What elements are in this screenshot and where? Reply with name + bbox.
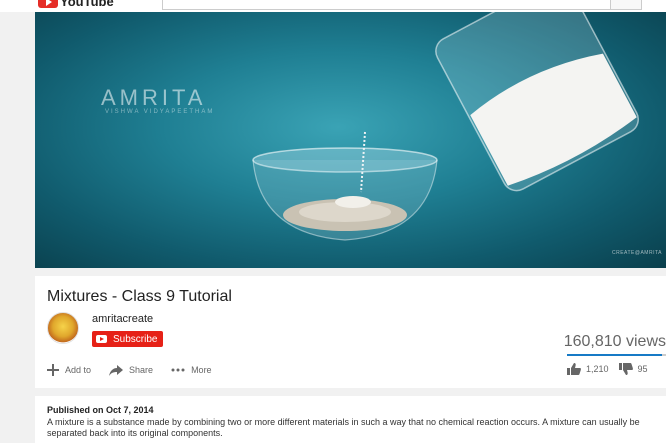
view-count: 160,810 views — [563, 333, 666, 350]
logo-text: YouTube — [60, 0, 114, 9]
thumbs-down-icon[interactable] — [618, 363, 633, 375]
amrita-brand-logo: AMRITA — [101, 85, 207, 110]
channel-avatar[interactable] — [47, 312, 79, 344]
video-frame-illustration — [252, 12, 640, 241]
subscribe-button[interactable]: Subscribe — [92, 331, 164, 347]
sentiment-bar — [567, 354, 666, 356]
channel-name[interactable]: amritacreate — [92, 313, 153, 325]
thumbs-up-icon[interactable] — [567, 363, 581, 375]
amrita-brand-subtitle: VISHWA VIDYAPEETHAM — [105, 109, 215, 115]
share-label: Share — [129, 365, 154, 375]
dislike-count: 95 — [637, 364, 648, 374]
plus-icon — [47, 364, 59, 376]
publish-date: Published on Oct 7, 2014 — [47, 405, 154, 415]
share-button[interactable]: Share — [109, 364, 154, 376]
video-watermark: CREATE@AMRITA — [611, 250, 662, 256]
subscribe-label: Subscribe — [113, 333, 158, 345]
youtube-play-icon — [96, 335, 107, 343]
search-input[interactable] — [162, 0, 642, 10]
more-button[interactable]: More — [171, 365, 212, 375]
add-to-button[interactable]: Add to — [47, 364, 91, 376]
share-arrow-icon — [109, 364, 124, 376]
sentiment-bar-fill — [567, 354, 663, 356]
add-to-label: Add to — [65, 365, 92, 375]
youtube-logo[interactable]: YouTube — [38, 0, 114, 9]
action-bar: Add to Share More — [47, 364, 230, 376]
like-dislike-group: 1,210 95 — [567, 363, 648, 375]
search-button[interactable] — [610, 0, 641, 9]
video-info-panel: Mixtures - Class 9 Tutorial amritacreate… — [35, 276, 666, 388]
description-panel: Published on Oct 7, 2014 A mixture is a … — [35, 396, 666, 443]
youtube-logo-icon — [38, 0, 58, 8]
masthead: YouTube — [0, 0, 666, 12]
video-player[interactable]: AMRITA VISHWA VIDYAPEETHAM CREATE@AMRITA — [35, 12, 666, 268]
more-dots-icon — [171, 368, 185, 372]
more-label: More — [191, 365, 212, 375]
like-count: 1,210 — [586, 364, 609, 374]
video-title: Mixtures - Class 9 Tutorial — [47, 288, 232, 305]
description-text: A mixture is a substance made by combini… — [47, 417, 640, 438]
